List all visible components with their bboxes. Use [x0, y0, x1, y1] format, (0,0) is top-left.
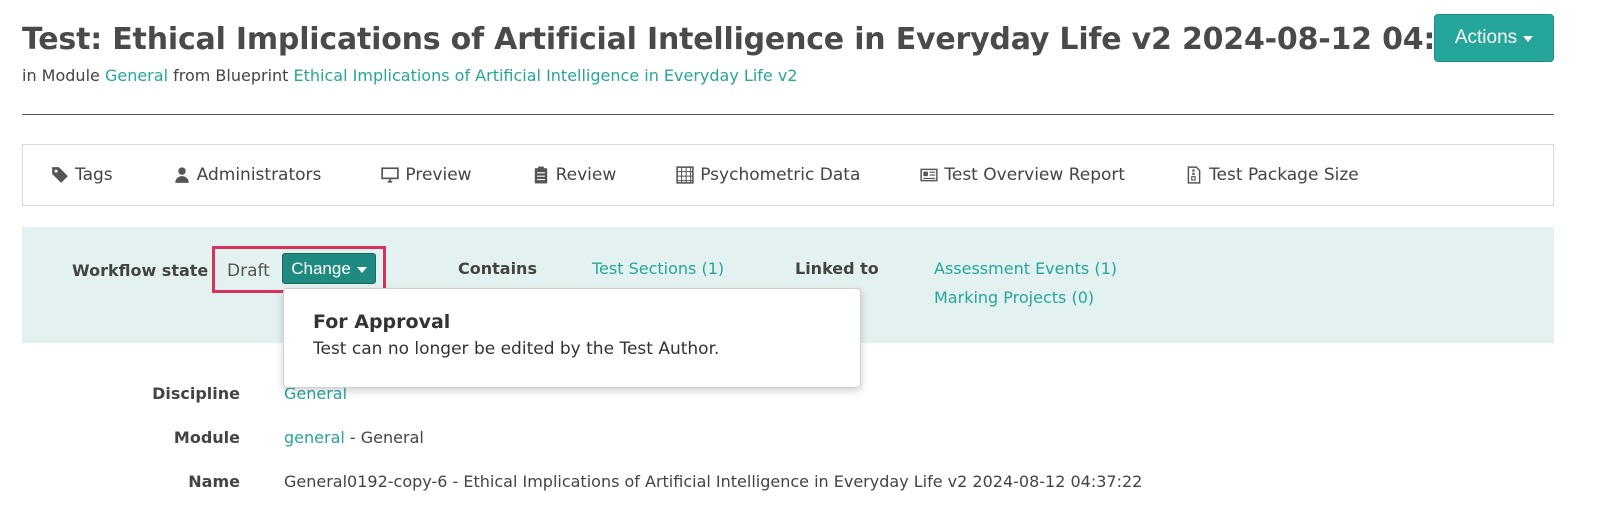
from-blueprint-text: from Blueprint	[173, 66, 289, 85]
tab-review[interactable]: Review	[532, 165, 617, 185]
table-icon	[676, 166, 694, 184]
tab-bar: Tags Administrators Preview Review Psych…	[22, 144, 1554, 206]
change-state-button[interactable]: Change	[282, 253, 376, 284]
module-label: Module	[173, 428, 240, 447]
dropdown-option-for-approval[interactable]: For Approval Test can no longer be edite…	[313, 311, 860, 359]
tab-label: Tags	[75, 165, 113, 185]
tag-icon	[52, 167, 68, 183]
module-link[interactable]: General	[105, 66, 168, 85]
report-icon	[920, 168, 938, 182]
contains-label: Contains	[458, 259, 537, 278]
module-code-link[interactable]: general	[284, 428, 345, 447]
module-value: general - General	[284, 428, 424, 447]
marking-projects-link[interactable]: Marking Projects (0)	[934, 288, 1094, 307]
monitor-icon	[381, 167, 400, 183]
caret-down-icon	[1523, 36, 1534, 42]
tab-label: Test Package Size	[1209, 165, 1359, 185]
change-button-label: Change	[291, 258, 351, 278]
module-suffix: - General	[344, 428, 424, 447]
tab-tags[interactable]: Tags	[51, 165, 113, 185]
discipline-label: Discipline	[152, 384, 240, 403]
linked-to-label: Linked to	[795, 259, 879, 278]
page-header: Test: Ethical Implications of Artificial…	[22, 18, 1554, 85]
assessment-events-link[interactable]: Assessment Events (1)	[934, 259, 1117, 278]
tab-label: Administrators	[196, 165, 322, 185]
tab-preview[interactable]: Preview	[381, 165, 472, 185]
tab-test-overview-report[interactable]: Test Overview Report	[920, 165, 1125, 185]
workflow-state-label: Workflow state	[72, 261, 209, 280]
name-label: Name	[188, 472, 240, 491]
tab-label: Preview	[405, 165, 472, 185]
option-title: For Approval	[313, 311, 451, 333]
page-subtitle: in Module General from Blueprint Ethical…	[22, 66, 1554, 85]
tab-administrators[interactable]: Administrators	[173, 165, 322, 185]
tab-label: Test Overview Report	[944, 165, 1126, 185]
blueprint-link[interactable]: Ethical Implications of Artificial Intel…	[294, 66, 798, 85]
workflow-change-dropdown: For Approval Test can no longer be edite…	[283, 288, 861, 388]
in-module-text: in Module	[22, 66, 100, 85]
page-title: Test: Ethical Implications of Artificial…	[22, 22, 1530, 57]
option-description: Test can no longer be edited by the Test…	[313, 339, 720, 359]
tab-label: Review	[555, 165, 617, 185]
tab-psychometric-data[interactable]: Psychometric Data	[676, 165, 860, 185]
caret-down-icon	[356, 266, 367, 273]
actions-button-label: Actions	[1454, 27, 1518, 48]
actions-button[interactable]: Actions	[1434, 14, 1554, 62]
name-value: General0192-copy-6 - Ethical Implication…	[284, 472, 1143, 491]
tab-label: Psychometric Data	[700, 165, 861, 185]
test-sections-link[interactable]: Test Sections (1)	[592, 259, 724, 278]
file-icon	[1187, 166, 1201, 184]
tab-test-package-size[interactable]: Test Package Size	[1185, 165, 1359, 185]
header-divider	[22, 114, 1554, 115]
clipboard-icon	[534, 166, 547, 184]
user-icon	[174, 167, 189, 183]
